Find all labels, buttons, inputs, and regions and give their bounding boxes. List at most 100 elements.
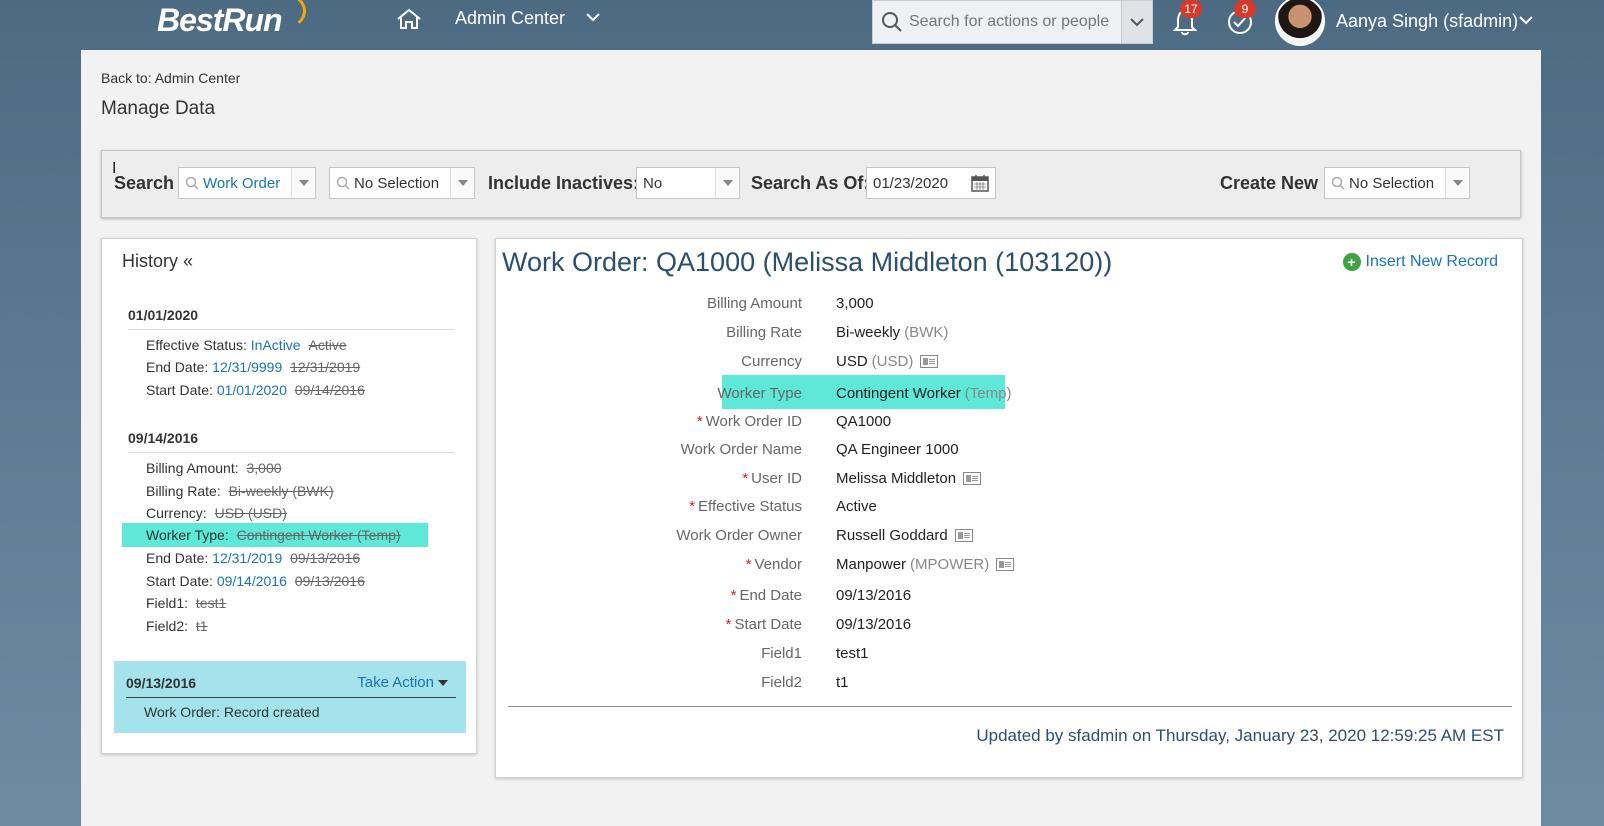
field-label: * Effective Status xyxy=(689,498,802,515)
user-avatar[interactable] xyxy=(1275,0,1325,46)
history-line-label: End Date: xyxy=(146,550,209,566)
notification-badge: 17 xyxy=(1180,0,1202,18)
search-icon xyxy=(1331,176,1345,190)
insert-new-record-label: Insert New Record xyxy=(1365,253,1499,270)
field-value: t1 xyxy=(836,674,849,691)
dropdown-arrow[interactable] xyxy=(1445,168,1469,198)
include-inactives-label: Include Inactives: xyxy=(488,173,640,193)
take-action-label: Take Action xyxy=(357,674,434,691)
field-label-text: End Date xyxy=(739,587,802,604)
field-value-text: Manpower xyxy=(836,556,907,573)
details-card-icon[interactable] xyxy=(954,529,973,542)
divider xyxy=(508,706,1512,707)
page-title: Manage Data xyxy=(101,98,216,119)
history-line: Billing Rate: Bi-weekly (BWK) xyxy=(146,483,334,499)
field-row: * Effective Status Active xyxy=(496,494,1096,520)
caret-down-icon xyxy=(438,680,448,687)
history-line-label: Billing Amount: xyxy=(146,460,239,476)
required-marker: * xyxy=(742,470,749,487)
field-row: Worker Type Contingent Worker (Temp) xyxy=(496,381,1096,407)
history-new-value: 09/14/2016 xyxy=(216,573,287,589)
caret-down-icon xyxy=(457,180,468,186)
required-marker: * xyxy=(696,413,703,430)
user-menu[interactable]: Aanya Singh (sfadmin) xyxy=(1336,11,1518,32)
field-label: * User ID xyxy=(742,470,802,487)
field-row: * User ID Melissa Middleton xyxy=(496,466,1096,492)
details-card-icon[interactable] xyxy=(920,355,939,368)
details-card-icon[interactable] xyxy=(963,472,982,485)
dropdown-arrow[interactable] xyxy=(715,168,739,198)
main-content: Back to: Admin Center Manage Data Search… xyxy=(81,50,1541,826)
object-type-select[interactable]: Work Order xyxy=(178,167,316,199)
history-line: Field2: t1 xyxy=(146,618,208,634)
history-line: End Date: 12/31/2019 09/13/2016 xyxy=(146,550,360,566)
include-inactives-value: No xyxy=(643,174,663,192)
create-new-select[interactable]: No Selection xyxy=(1324,167,1470,199)
back-link[interactable]: Back to: Admin Center xyxy=(101,70,240,86)
create-new-label: Create New xyxy=(1220,173,1319,193)
field-value-text: Russell Goddard xyxy=(836,527,948,544)
search-as-of-value: 01/23/2020 xyxy=(873,174,949,192)
field-code: (BWK) xyxy=(904,324,949,341)
history-title[interactable]: History « xyxy=(122,251,193,272)
history-old-value: test1 xyxy=(195,595,227,611)
dropdown-arrow[interactable] xyxy=(450,168,474,198)
field-value: USD (USD) xyxy=(836,353,939,370)
record-detail-panel: Work Order: QA1000 (Melissa Middleton (1… xyxy=(495,238,1523,778)
history-line-label: Currency: xyxy=(146,505,207,521)
required-marker: * xyxy=(689,498,696,515)
history-line: Billing Amount: 3,000 xyxy=(146,460,282,476)
history-old-value: USD (USD) xyxy=(214,505,287,521)
history-line-label: Field2: xyxy=(146,618,189,634)
object-type-value: Work Order xyxy=(203,174,281,192)
global-search[interactable] xyxy=(872,0,1122,44)
history-old-value: t1 xyxy=(195,618,208,634)
history-current-record[interactable]: 09/13/2016 Take Action Work Order: Recor… xyxy=(114,661,466,733)
search-as-of-date[interactable]: 01/23/2020 xyxy=(866,167,996,199)
record-select-value: No Selection xyxy=(354,174,440,192)
field-value: QA1000 xyxy=(836,413,891,430)
include-inactives-select[interactable]: No xyxy=(636,167,740,199)
field-value-text: Active xyxy=(836,498,877,515)
field-label: * Vendor xyxy=(746,556,802,573)
field-value-text: Bi-weekly xyxy=(836,324,901,341)
home-icon[interactable] xyxy=(396,8,422,30)
field-label: * End Date xyxy=(731,587,802,604)
search-dropdown-button[interactable] xyxy=(1122,0,1153,44)
field-label: Billing Rate xyxy=(726,324,802,341)
chevron-down-icon[interactable] xyxy=(1519,15,1533,25)
field-value-text: 09/13/2016 xyxy=(836,616,912,633)
global-search-input[interactable] xyxy=(909,13,1119,31)
field-value: Contingent Worker (Temp) xyxy=(836,385,1011,402)
history-current-date: 09/13/2016 xyxy=(126,675,197,691)
field-row: * Work Order ID QA1000 xyxy=(496,409,1096,435)
history-new-value: InActive xyxy=(250,337,301,353)
search-icon xyxy=(882,12,902,32)
module-menu[interactable]: Admin Center xyxy=(455,8,565,29)
field-value-text: 09/13/2016 xyxy=(836,587,912,604)
updated-footer: Updated by sfadmin on Thursday, January … xyxy=(976,726,1504,745)
field-label-text: Start Date xyxy=(734,616,802,633)
insert-new-record-button[interactable]: + Insert New Record xyxy=(1342,253,1499,271)
field-value-text: 3,000 xyxy=(836,295,874,312)
take-action-menu[interactable]: Take Action xyxy=(357,674,448,691)
chevron-down-icon[interactable] xyxy=(586,12,600,22)
field-value-text: Melissa Middleton xyxy=(836,470,957,487)
field-label: Billing Amount xyxy=(706,295,802,312)
field-value: Melissa Middleton xyxy=(836,470,982,487)
record-title: Work Order: QA1000 (Melissa Middleton (1… xyxy=(502,247,1113,277)
dropdown-arrow[interactable] xyxy=(291,168,315,198)
divider xyxy=(128,452,454,453)
details-card-icon[interactable] xyxy=(996,558,1015,571)
field-value: test1 xyxy=(836,645,869,662)
field-label-text: Vendor xyxy=(754,556,802,573)
tasks-badge: 9 xyxy=(1234,0,1256,18)
field-value: QA Engineer 1000 xyxy=(836,441,959,458)
field-value-text: QA Engineer 1000 xyxy=(836,441,959,458)
calendar-icon[interactable] xyxy=(971,174,989,192)
field-value: 09/13/2016 xyxy=(836,587,911,604)
record-select[interactable]: No Selection xyxy=(329,167,475,199)
history-line: Worker Type: Contingent Worker (Temp) xyxy=(146,527,401,543)
create-new-value: No Selection xyxy=(1349,174,1435,192)
history-panel: History « 01/01/2020 Effective Status: I… xyxy=(101,238,477,754)
